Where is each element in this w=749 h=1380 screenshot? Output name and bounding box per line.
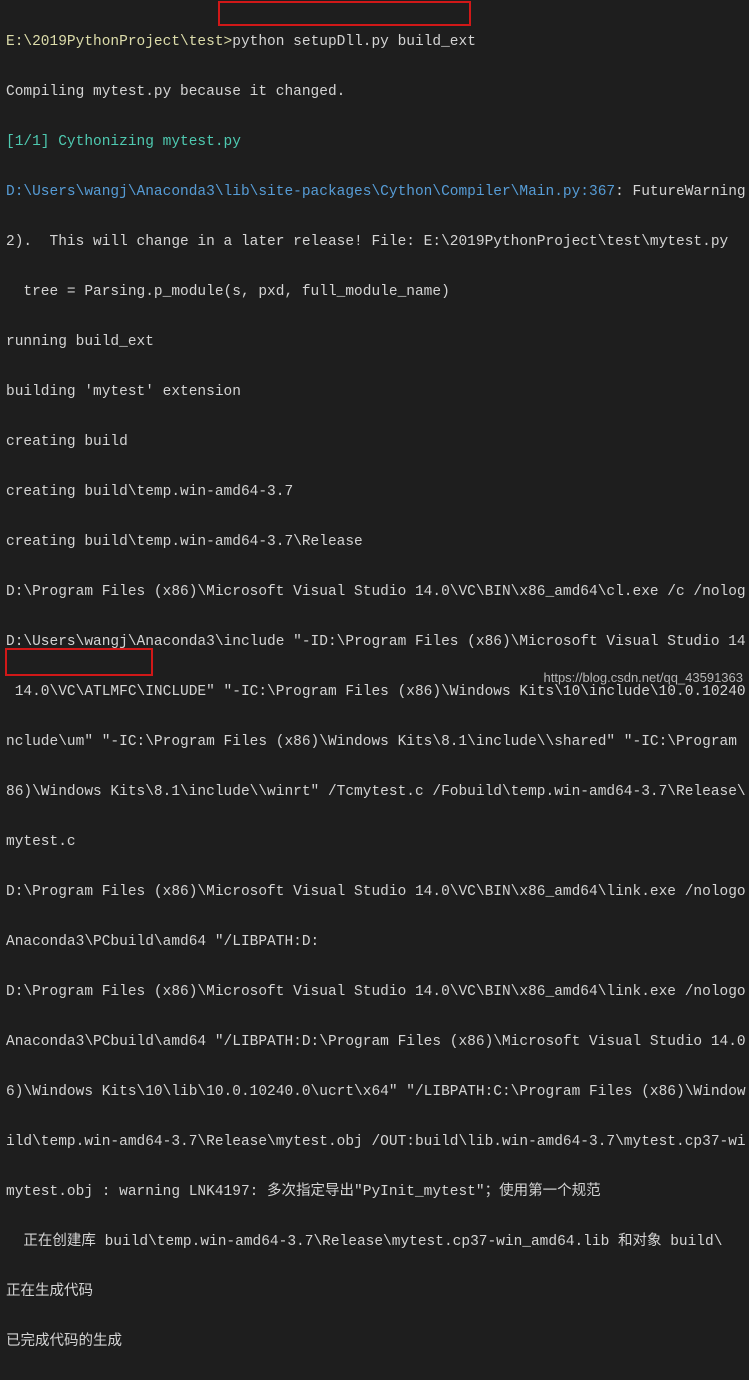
prompt: E:\2019PythonProject\test> <box>6 34 232 50</box>
warning-text: : FutureWarning <box>615 184 746 200</box>
output-line: 2). This will change in a later release!… <box>6 234 728 250</box>
output-line: 正在生成代码 <box>6 1284 93 1300</box>
output-line: D:\Program Files (x86)\Microsoft Visual … <box>6 584 746 600</box>
output-line: D:\Users\wangj\Anaconda3\include "-ID:\P… <box>6 634 746 650</box>
output-line: D:\Program Files (x86)\Microsoft Visual … <box>6 984 746 1000</box>
output-line: creating build <box>6 434 128 450</box>
output-line: Compiling mytest.py because it changed. <box>6 84 345 100</box>
command: python setupDll.py build_ext <box>232 34 476 50</box>
output-line: building 'mytest' extension <box>6 384 241 400</box>
output-line: Anaconda3\PCbuild\amd64 "/LIBPATH:D: <box>6 934 319 950</box>
output-line: ild\temp.win-amd64-3.7\Release\mytest.ob… <box>6 1134 746 1150</box>
output-line: nclude\um" "-IC:\Program Files (x86)\Win… <box>6 734 737 750</box>
output-line: 已完成代码的生成 <box>6 1334 122 1350</box>
output-line: 正在创建库 build\temp.win-amd64-3.7\Release\m… <box>6 1234 722 1250</box>
output-line: running build_ext <box>6 334 154 350</box>
output-line: mytest.c <box>6 834 76 850</box>
watermark: https://blog.csdn.net/qq_43591363 <box>544 665 744 690</box>
output-line: creating build\temp.win-amd64-3.7 <box>6 484 293 500</box>
output-line: 6)\Windows Kits\10\lib\10.0.10240.0\ucrt… <box>6 1084 746 1100</box>
output-line: creating build\temp.win-amd64-3.7\Releas… <box>6 534 363 550</box>
output-line: Anaconda3\PCbuild\amd64 "/LIBPATH:D:\Pro… <box>6 1034 746 1050</box>
output-line: D:\Program Files (x86)\Microsoft Visual … <box>6 884 746 900</box>
output-line: tree = Parsing.p_module(s, pxd, full_mod… <box>6 284 450 300</box>
output-line: 86)\Windows Kits\8.1\include\\winrt" /Tc… <box>6 784 746 800</box>
cython-line: [1/1] Cythonizing mytest.py <box>6 134 241 150</box>
output-line: mytest.obj : warning LNK4197: 多次指定导出"PyI… <box>6 1184 601 1200</box>
path-link: D:\Users\wangj\Anaconda3\lib\site-packag… <box>6 184 615 200</box>
